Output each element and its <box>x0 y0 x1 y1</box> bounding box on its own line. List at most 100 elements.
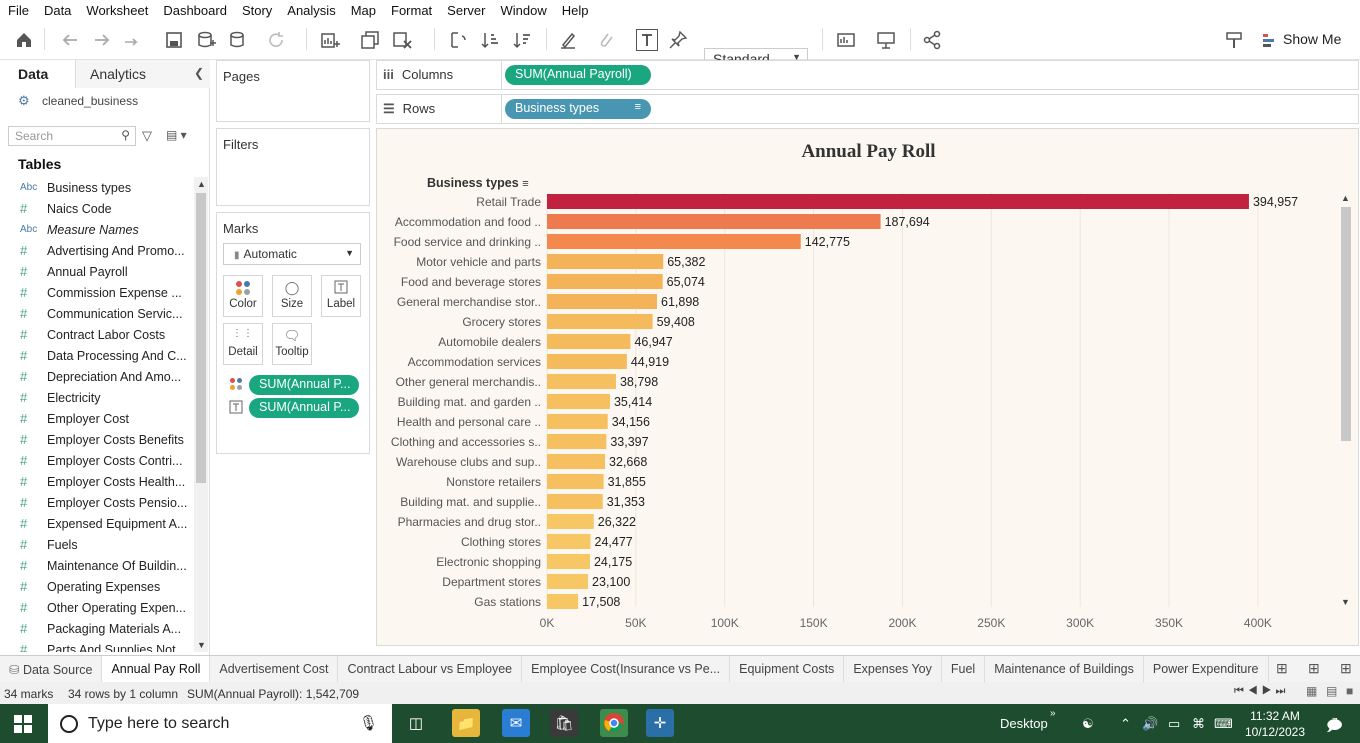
filter-icon[interactable]: ▽ <box>142 128 152 144</box>
sort-ascending-icon[interactable] <box>478 28 502 52</box>
bar[interactable] <box>547 314 653 329</box>
windows-start-icon[interactable] <box>14 715 32 733</box>
field-item[interactable]: # Employer Costs Contri... <box>0 450 194 471</box>
store-icon[interactable]: 🛍 <box>550 709 578 737</box>
scrollbar-thumb[interactable] <box>1341 207 1351 441</box>
field-item[interactable]: # Fuels <box>0 534 194 555</box>
chrome-icon[interactable] <box>600 709 628 737</box>
new-dashboard-tab-icon[interactable]: ⊞ <box>1308 660 1320 677</box>
bar[interactable] <box>547 454 606 469</box>
pages-card[interactable]: Pages <box>216 60 370 122</box>
category-label[interactable]: Motor vehicle and parts <box>416 255 541 269</box>
field-item[interactable]: Abc Measure Names <box>0 219 194 240</box>
tabs-view-icon[interactable]: ■ <box>1346 684 1353 698</box>
viz-scrollbar[interactable]: ▲ ▼ <box>1339 193 1353 607</box>
field-item[interactable]: # Employer Costs Health... <box>0 471 194 492</box>
save-icon[interactable] <box>162 28 186 52</box>
field-item[interactable]: # Other Operating Expen... <box>0 597 194 618</box>
category-label[interactable]: Food and beverage stores <box>401 275 541 289</box>
clear-sheet-icon[interactable] <box>390 28 414 52</box>
category-label[interactable]: Building mat. and garden .. <box>398 395 541 409</box>
bar[interactable] <box>547 394 610 409</box>
category-label[interactable]: Department stores <box>442 575 541 589</box>
pause-updates-icon[interactable] <box>226 28 250 52</box>
category-label[interactable]: General merchandise stor.. <box>397 295 541 309</box>
sheet-tab[interactable]: Advertisement Cost <box>210 655 339 683</box>
menu-item-dashboard[interactable]: Dashboard <box>163 3 227 18</box>
field-item[interactable]: # Parts And Supplies Not... <box>0 639 194 652</box>
scroll-up-icon[interactable]: ▲ <box>1341 193 1350 203</box>
category-label[interactable]: Warehouse clubs and sup.. <box>396 455 541 469</box>
file-explorer-icon[interactable]: 📁 <box>452 709 480 737</box>
filmstrip-view-icon[interactable]: ▤ <box>1326 684 1337 698</box>
category-label[interactable]: Retail Trade <box>476 195 541 209</box>
viz-area[interactable]: Annual Pay Roll Business types ≡ 0K 50K 10… <box>376 128 1359 646</box>
field-item[interactable]: # Electricity <box>0 387 194 408</box>
new-worksheet-icon[interactable] <box>318 28 342 52</box>
new-story-tab-icon[interactable]: ⊞ <box>1340 660 1352 677</box>
bar[interactable] <box>547 374 616 389</box>
bar[interactable] <box>547 594 579 609</box>
filters-card[interactable]: Filters <box>216 128 370 206</box>
mail-icon[interactable]: ✉ <box>502 709 530 737</box>
field-item[interactable]: # Expensed Equipment A... <box>0 513 194 534</box>
bar[interactable] <box>547 354 627 369</box>
presentation-mode-icon[interactable] <box>874 28 898 52</box>
category-label[interactable]: Clothing and accessories s.. <box>391 435 541 449</box>
bar[interactable] <box>547 274 663 289</box>
sheet-tab[interactable]: Contract Labour vs Employee <box>338 655 523 683</box>
chevron-left-icon[interactable]: ❮ <box>194 66 204 80</box>
bar[interactable] <box>547 554 590 569</box>
bar[interactable] <box>547 294 658 309</box>
color-button[interactable]: Color <box>223 275 263 317</box>
desktop-toolbar[interactable]: Desktop <box>1000 716 1048 731</box>
category-label[interactable]: Gas stations <box>474 595 541 609</box>
field-search-input[interactable]: Search ⚲ <box>8 126 136 146</box>
category-label[interactable]: Accommodation services <box>408 355 541 369</box>
field-item[interactable]: # Annual Payroll <box>0 261 194 282</box>
mark-type-dropdown[interactable]: ▮ Automatic ▼ <box>223 243 361 265</box>
replay-icon[interactable] <box>120 28 144 52</box>
show-me-icon[interactable] <box>1258 28 1282 52</box>
bar[interactable] <box>547 434 607 449</box>
menu-item-map[interactable]: Map <box>351 3 376 18</box>
field-item[interactable]: # Employer Costs Pensio... <box>0 492 194 513</box>
wifi-icon[interactable]: ⌘ <box>1192 716 1205 732</box>
task-view-icon[interactable]: ◫ <box>402 709 430 737</box>
category-label[interactable]: Grocery stores <box>462 315 541 329</box>
field-item[interactable]: # Commission Expense ... <box>0 282 194 303</box>
people-icon[interactable]: ☯ <box>1082 716 1094 732</box>
label-button[interactable]: Label <box>321 275 361 317</box>
menu-item-window[interactable]: Window <box>500 3 546 18</box>
scroll-up-icon[interactable]: ▲ <box>197 179 206 189</box>
field-item[interactable]: # Depreciation And Amo... <box>0 366 194 387</box>
menu-item-server[interactable]: Server <box>447 3 485 18</box>
bar[interactable] <box>547 414 608 429</box>
bar[interactable] <box>547 234 801 249</box>
detail-button[interactable]: ⋮⋮ Detail <box>223 323 263 365</box>
data-source-tab[interactable]: ⛁ Data Source <box>0 655 103 683</box>
show-mark-labels-icon[interactable] <box>636 29 658 51</box>
view-options-icon[interactable]: ▤ ▾ <box>166 128 187 142</box>
bar[interactable] <box>547 254 664 269</box>
label-measure-pill[interactable]: SUM(Annual P... <box>249 398 359 418</box>
refresh-icon[interactable] <box>264 28 288 52</box>
undo-icon[interactable] <box>58 28 82 52</box>
field-item[interactable]: # Advertising And Promo... <box>0 240 194 261</box>
tab-analytics[interactable]: Analytics ❮ <box>76 60 210 88</box>
field-item[interactable]: # Contract Labor Costs <box>0 324 194 345</box>
menu-item-help[interactable]: Help <box>562 3 589 18</box>
format-painter-icon[interactable] <box>1222 28 1246 52</box>
category-label[interactable]: Food service and drinking .. <box>394 235 541 249</box>
fix-axes-icon[interactable] <box>666 28 690 52</box>
bar[interactable] <box>547 514 594 529</box>
bar[interactable] <box>547 534 591 549</box>
field-item[interactable]: # Employer Cost <box>0 408 194 429</box>
category-label[interactable]: Electronic shopping <box>436 555 541 569</box>
tableau-icon[interactable]: ✛ <box>646 709 674 737</box>
field-list-scrollbar[interactable]: ▲ ▼ <box>194 177 208 652</box>
category-label[interactable]: Building mat. and supplie.. <box>400 495 541 509</box>
menu-item-analysis[interactable]: Analysis <box>287 3 335 18</box>
menu-item-file[interactable]: File <box>8 3 29 18</box>
show-me-button[interactable]: Show Me <box>1283 31 1341 47</box>
